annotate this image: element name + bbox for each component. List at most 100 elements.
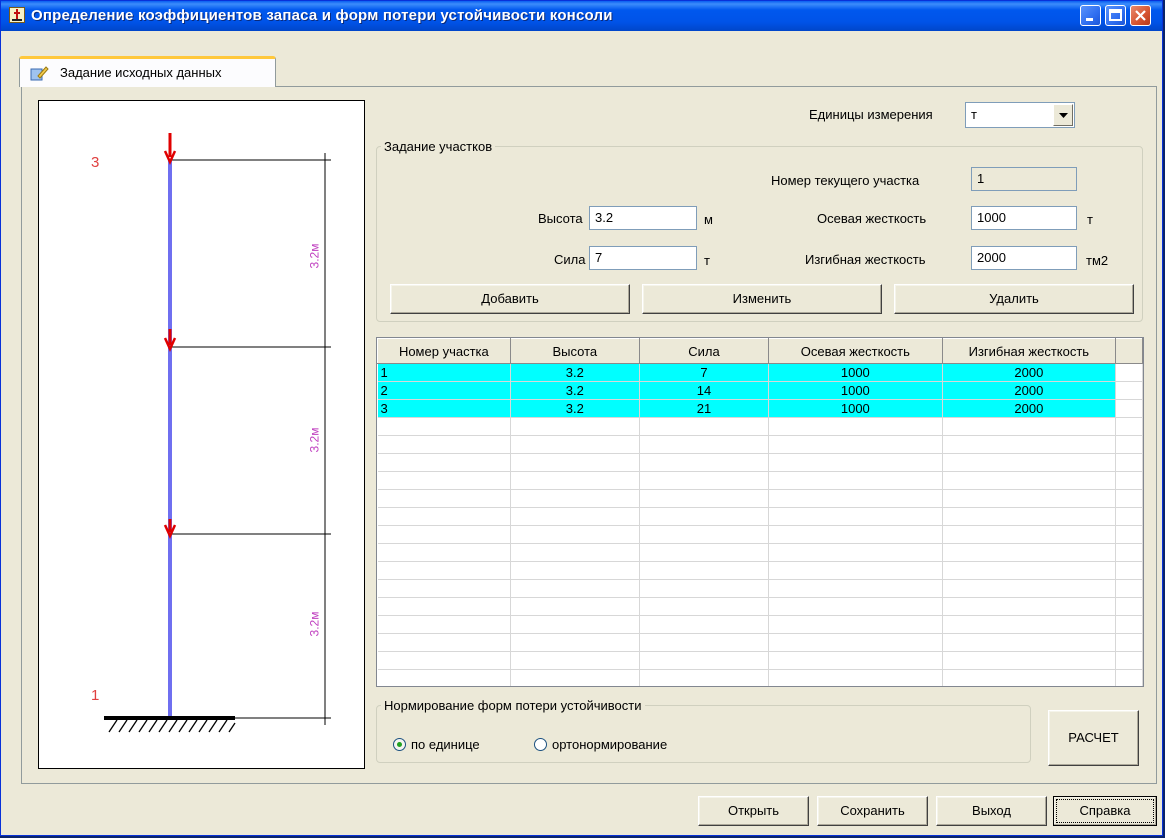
column-header-force[interactable]: Сила <box>638 338 770 364</box>
open-button[interactable]: Открыть <box>698 796 809 826</box>
empty-table-cell <box>942 507 1117 526</box>
axial-stiffness-unit: т <box>1087 212 1093 227</box>
bending-stiffness-field[interactable]: 2000 <box>971 246 1077 270</box>
table-cell[interactable]: 2000 <box>942 399 1117 418</box>
tab-input-data[interactable]: Задание исходных данных <box>19 56 276 87</box>
empty-table-cell <box>942 597 1117 616</box>
height-field[interactable]: 3.2 <box>589 206 697 230</box>
empty-table-cell <box>1115 561 1143 580</box>
units-select[interactable]: т <box>965 102 1075 128</box>
delete-button[interactable]: Удалить <box>894 284 1134 314</box>
table-row[interactable]: 2 3.2 14 1000 2000 <box>377 381 1143 400</box>
force-arrow-top <box>163 133 177 166</box>
axial-stiffness-field[interactable]: 1000 <box>971 206 1077 230</box>
current-section-label: Номер текущего участка <box>771 173 920 188</box>
add-button[interactable]: Добавить <box>390 284 630 314</box>
empty-table-cell <box>377 435 511 454</box>
column-header-bending[interactable]: Изгибная жесткость <box>941 338 1117 364</box>
radio-unit[interactable] <box>393 738 406 751</box>
table-cell[interactable]: 14 <box>639 381 770 400</box>
units-value: т <box>971 107 977 122</box>
axial-stiffness-label: Осевая жесткость <box>817 211 927 226</box>
empty-table-cell <box>942 633 1117 652</box>
empty-table-cell <box>768 453 943 472</box>
chevron-down-icon[interactable] <box>1053 104 1073 126</box>
table-row[interactable]: 3 3.2 21 1000 2000 <box>377 399 1143 418</box>
table-cell[interactable]: 21 <box>639 399 770 418</box>
empty-table-cell <box>510 525 640 544</box>
table-cell[interactable]: 2 <box>377 381 511 400</box>
force-field[interactable]: 7 <box>589 246 697 270</box>
empty-table-cell <box>377 507 511 526</box>
radio-unit-label[interactable]: по единице <box>411 737 480 752</box>
table-cell[interactable]: 1000 <box>768 399 943 418</box>
table-cell[interactable]: 2000 <box>942 381 1117 400</box>
empty-table-cell <box>942 453 1117 472</box>
table-cell[interactable]: 2000 <box>942 363 1117 382</box>
empty-table-cell <box>377 615 511 634</box>
empty-table-cell <box>1115 669 1143 686</box>
normalization-group-legend: Нормирование форм потери устойчивости <box>384 698 642 713</box>
table-cell[interactable]: 7 <box>639 363 770 382</box>
table-cell <box>1115 381 1143 400</box>
radio-orthonormal[interactable] <box>534 738 547 751</box>
empty-table-cell <box>768 633 943 652</box>
save-button[interactable]: Сохранить <box>817 796 928 826</box>
sections-table[interactable]: Номер участка Высота Сила Осевая жесткос… <box>376 337 1144 687</box>
empty-table-cell <box>942 543 1117 562</box>
table-cell <box>1115 363 1143 382</box>
empty-table-cell <box>942 651 1117 670</box>
empty-table-cell <box>639 669 770 686</box>
empty-table-cell <box>377 543 511 562</box>
table-cell[interactable]: 3.2 <box>510 363 640 382</box>
empty-table-cell <box>1115 489 1143 508</box>
bending-stiffness-unit: тм2 <box>1086 253 1109 268</box>
empty-table-cell <box>510 507 640 526</box>
empty-table-cell <box>768 597 943 616</box>
current-section-field: 1 <box>971 167 1077 191</box>
empty-table-cell <box>1115 633 1143 652</box>
minimize-button[interactable] <box>1080 5 1101 26</box>
empty-table-cell <box>639 597 770 616</box>
radio-orthonormal-label[interactable]: ортонормирование <box>552 737 667 752</box>
empty-table-cell <box>942 669 1117 686</box>
empty-table-cell <box>768 417 943 436</box>
empty-table-cell <box>510 669 640 686</box>
table-cell[interactable]: 3.2 <box>510 399 640 418</box>
maximize-button[interactable] <box>1105 5 1126 26</box>
empty-table-cell <box>377 561 511 580</box>
empty-table-cell <box>639 525 770 544</box>
units-label: Единицы измерения <box>809 107 933 122</box>
empty-table-cell <box>377 579 511 598</box>
edit-button[interactable]: Изменить <box>642 284 882 314</box>
table-cell[interactable]: 1000 <box>768 381 943 400</box>
empty-table-cell <box>1115 525 1143 544</box>
empty-table-cell <box>510 561 640 580</box>
help-button[interactable]: Справка <box>1053 796 1157 826</box>
table-cell[interactable]: 3 <box>377 399 511 418</box>
empty-table-cell <box>510 597 640 616</box>
column-header-height[interactable]: Высота <box>509 338 640 364</box>
table-cell[interactable]: 1000 <box>768 363 943 382</box>
exit-button[interactable]: Выход <box>936 796 1047 826</box>
column-header-section[interactable]: Номер участка <box>377 338 511 364</box>
empty-table-cell <box>639 507 770 526</box>
empty-table-cell <box>510 651 640 670</box>
empty-table-cell <box>639 651 770 670</box>
scheme-canvas: 3 1 3.2м 3.2м 3.2м <box>38 100 365 769</box>
dimension-label-middle: 3.2м <box>307 427 322 453</box>
table-row[interactable]: 1 3.2 7 1000 2000 <box>377 363 1143 382</box>
app-icon <box>9 7 25 23</box>
node-label-top: 3 <box>91 154 100 171</box>
calculate-button[interactable]: РАСЧЕТ <box>1048 710 1139 766</box>
empty-table-cell <box>377 471 511 490</box>
empty-table-row <box>377 579 1143 598</box>
table-cell[interactable]: 3.2 <box>510 381 640 400</box>
empty-table-cell <box>768 435 943 454</box>
close-button[interactable] <box>1130 5 1151 26</box>
table-cell[interactable]: 1 <box>377 363 511 382</box>
empty-table-row <box>377 525 1143 544</box>
empty-table-cell <box>1115 507 1143 526</box>
column-header-axial[interactable]: Осевая жесткость <box>768 338 943 364</box>
title-bar[interactable]: Определение коэффициентов запаса и форм … <box>1 1 1162 31</box>
